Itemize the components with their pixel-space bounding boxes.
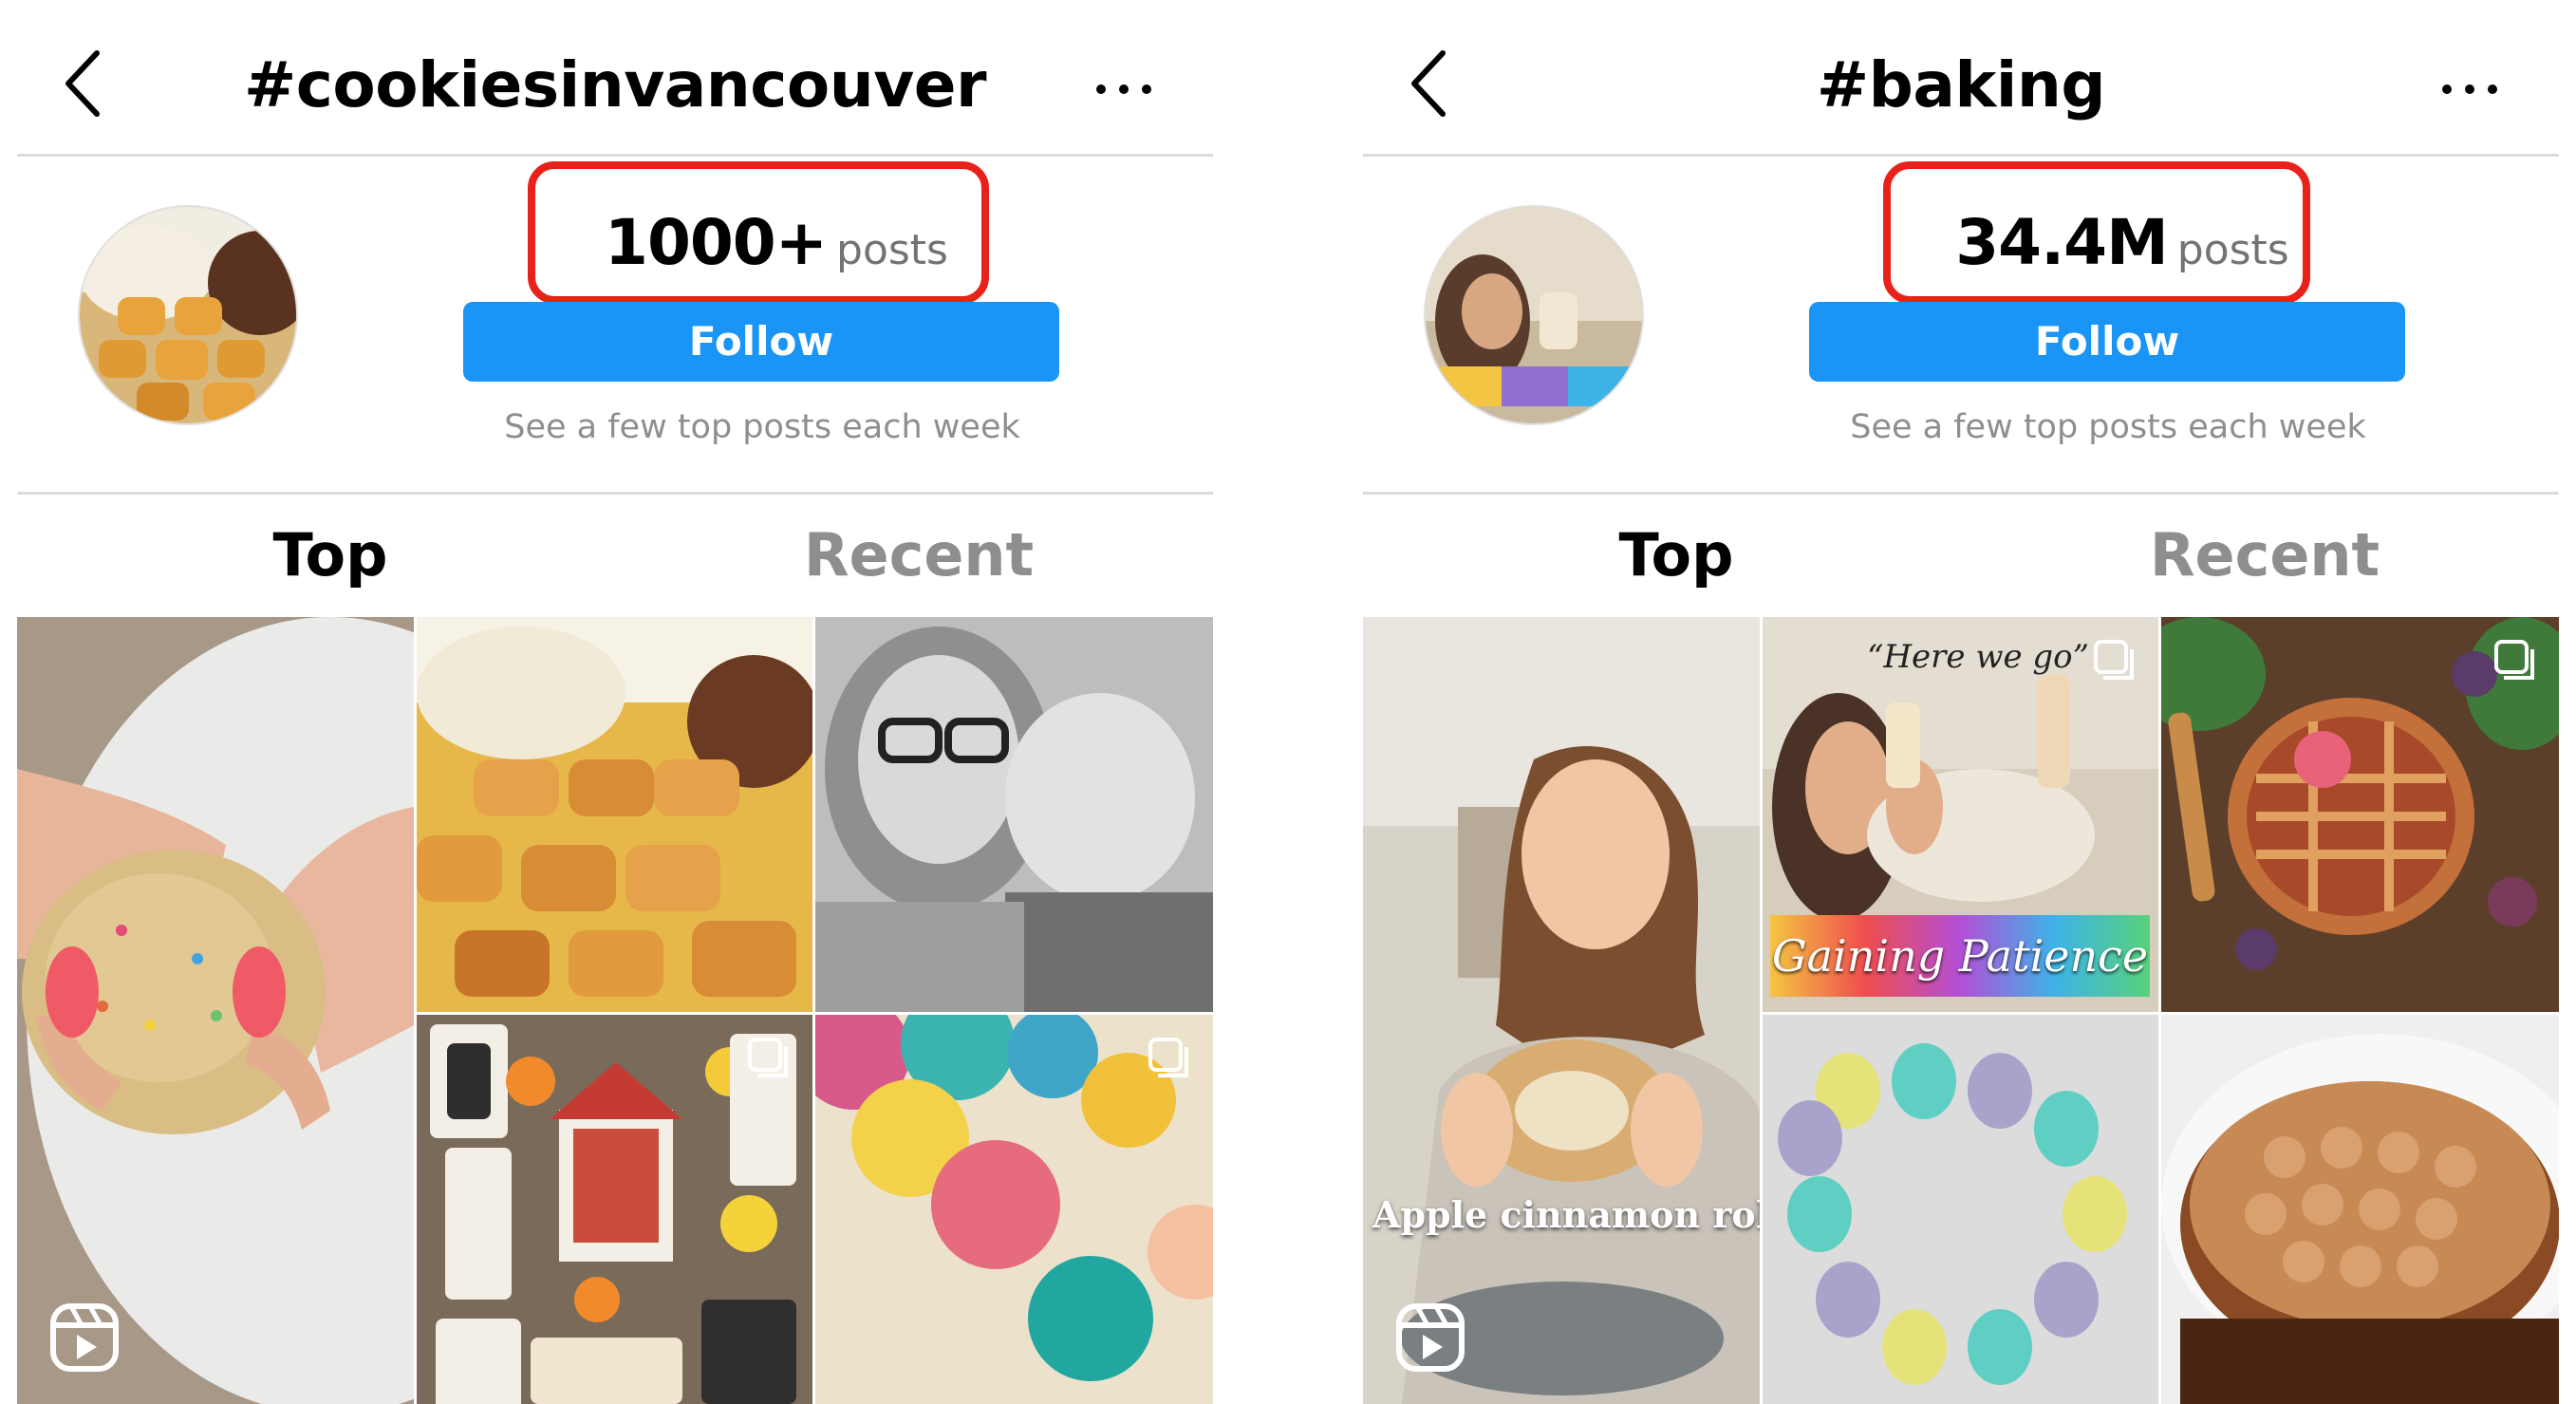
- carousel-icon: [2094, 640, 2134, 680]
- hashtag-screen-cookiesinvancouver: #cookiesinvancouver 1000+ posts Follow Se…: [17, 0, 1213, 1404]
- header-divider: [17, 154, 1213, 157]
- post-stats: 1000+ posts: [463, 197, 1090, 289]
- grid-post[interactable]: [1763, 1015, 2158, 1404]
- tab-top[interactable]: Top: [93, 503, 568, 608]
- reels-icon: [50, 1303, 119, 1372]
- hashtag-avatar: [78, 205, 298, 425]
- follow-button[interactable]: Follow: [1809, 302, 2405, 382]
- post-count: 1000+: [605, 206, 828, 279]
- tab-recent[interactable]: Recent: [681, 503, 1156, 608]
- more-options-icon[interactable]: [1090, 70, 1158, 108]
- follow-caption: See a few top posts each week: [1850, 408, 2366, 446]
- follow-button[interactable]: Follow: [463, 302, 1059, 382]
- stats-divider: [17, 492, 1213, 495]
- follow-caption: See a few top posts each week: [504, 408, 1020, 446]
- reels-icon: [1396, 1303, 1465, 1372]
- header-divider: [1363, 154, 2559, 157]
- header: #cookiesinvancouver: [17, 0, 1213, 156]
- grid-post[interactable]: [815, 617, 1213, 1012]
- back-icon[interactable]: [59, 44, 112, 123]
- hashtag-title: #cookiesinvancouver: [243, 48, 987, 122]
- post-grid: [17, 617, 1213, 1404]
- post-tabs: Top Recent: [17, 503, 1213, 608]
- carousel-icon: [748, 1038, 788, 1077]
- more-options-icon[interactable]: [2436, 70, 2504, 108]
- post-grid: Apple cinnamon rol “Here we go” Gaining …: [1363, 617, 2559, 1404]
- back-icon[interactable]: [1405, 44, 1458, 123]
- post-count: 34.4M: [1955, 206, 2169, 279]
- tab-top[interactable]: Top: [1439, 503, 1913, 608]
- posts-label: posts: [836, 226, 948, 274]
- grid-post[interactable]: “Here we go” Gaining Patience: [1763, 617, 2158, 1012]
- carousel-icon: [1148, 1038, 1188, 1077]
- hashtag-screen-baking: #baking 34.4M posts Follow See a few top …: [1363, 0, 2559, 1404]
- hashtag-avatar: [1424, 205, 1644, 425]
- grid-post[interactable]: Apple cinnamon rol: [1363, 617, 1760, 1404]
- grid-post[interactable]: [17, 617, 414, 1404]
- grid-post[interactable]: [2161, 1015, 2559, 1404]
- tab-recent[interactable]: Recent: [2027, 503, 2502, 608]
- header: #baking: [1363, 0, 2559, 156]
- grid-post[interactable]: [417, 617, 812, 1012]
- post-stats: 34.4M posts: [1809, 197, 2436, 289]
- carousel-icon: [2494, 640, 2534, 680]
- grid-post[interactable]: [417, 1015, 812, 1404]
- grid-post[interactable]: [2161, 617, 2559, 1012]
- posts-label: posts: [2176, 226, 2289, 274]
- hashtag-title: #baking: [1816, 48, 2106, 122]
- post-overlay-caption: Apple cinnamon rol: [1372, 1193, 1760, 1236]
- grid-post[interactable]: [815, 1015, 1213, 1404]
- stats-divider: [1363, 492, 2559, 495]
- post-overlay-banner: Gaining Patience: [1770, 915, 2150, 997]
- post-tabs: Top Recent: [1363, 503, 2559, 608]
- post-overlay-quote: “Here we go”: [1867, 638, 2089, 676]
